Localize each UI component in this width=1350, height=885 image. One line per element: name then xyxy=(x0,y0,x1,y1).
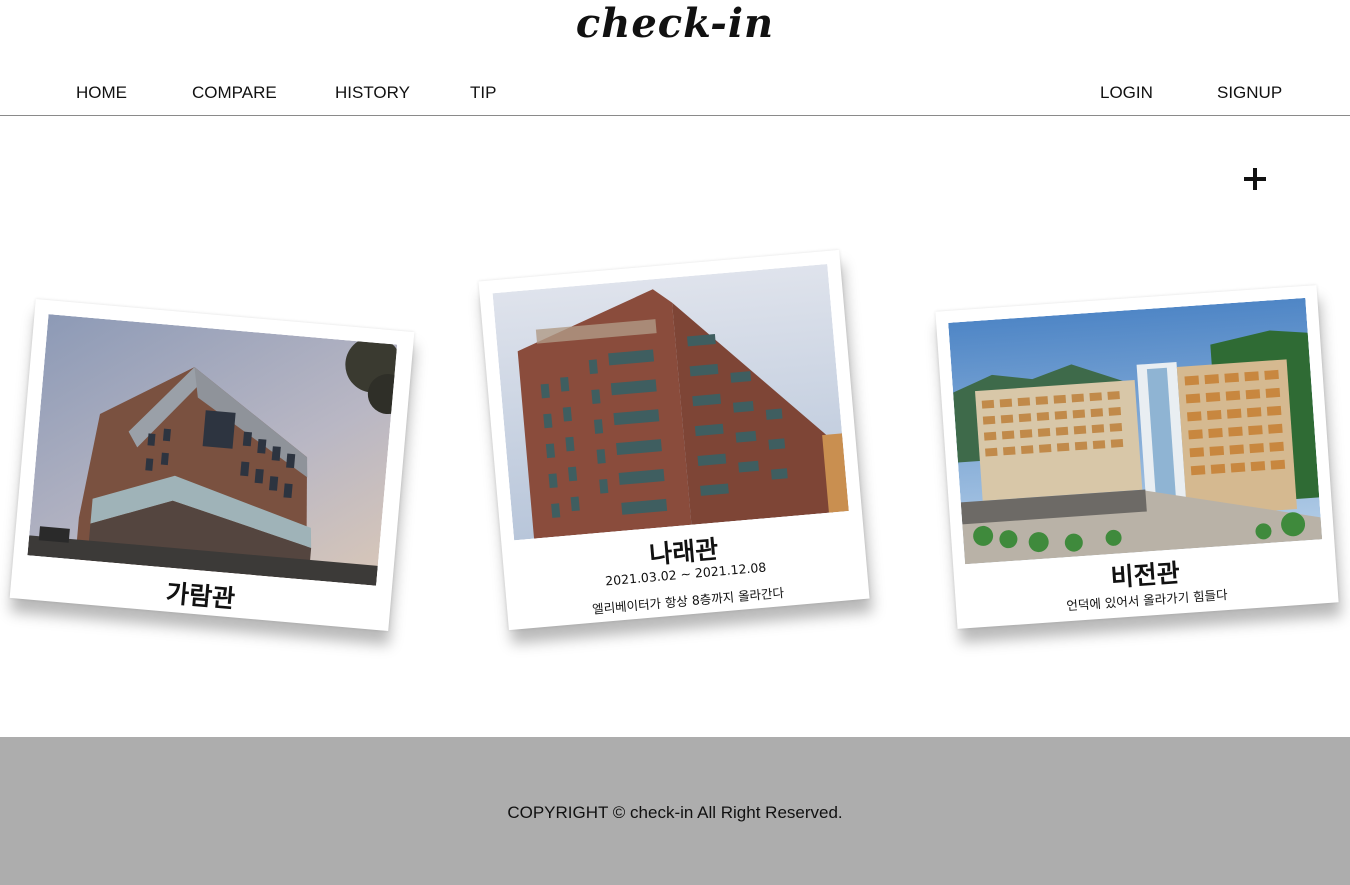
nav-login[interactable]: LOGIN xyxy=(1100,83,1153,103)
building-photo xyxy=(492,263,849,541)
nav-history[interactable]: HISTORY xyxy=(335,83,410,103)
building-card-narae[interactable]: 나래관 2021.03.02 ~ 2021.12.08 엘리베이터가 항상 8층… xyxy=(478,249,870,631)
nav-tip[interactable]: TIP xyxy=(470,83,496,103)
nav-signup[interactable]: SIGNUP xyxy=(1217,83,1282,103)
copyright-text: COPYRIGHT © check-in All Right Reserved. xyxy=(507,803,843,822)
building-card-vision[interactable]: 비전관 언덕에 있어서 올라가기 힘들다 xyxy=(935,285,1339,629)
building-photo xyxy=(27,314,398,586)
nav-compare[interactable]: COMPARE xyxy=(192,83,277,103)
site-header: check-in HOME COMPARE HISTORY TIP LOGIN … xyxy=(0,0,1350,116)
building-card-garam[interactable]: 가람관 xyxy=(9,299,415,631)
nav-home[interactable]: HOME xyxy=(76,83,127,103)
site-logo[interactable]: check-in xyxy=(0,0,1350,47)
site-footer: COPYRIGHT © check-in All Right Reserved. xyxy=(0,737,1350,885)
add-building-button[interactable] xyxy=(1238,160,1272,194)
building-photo xyxy=(948,297,1323,565)
